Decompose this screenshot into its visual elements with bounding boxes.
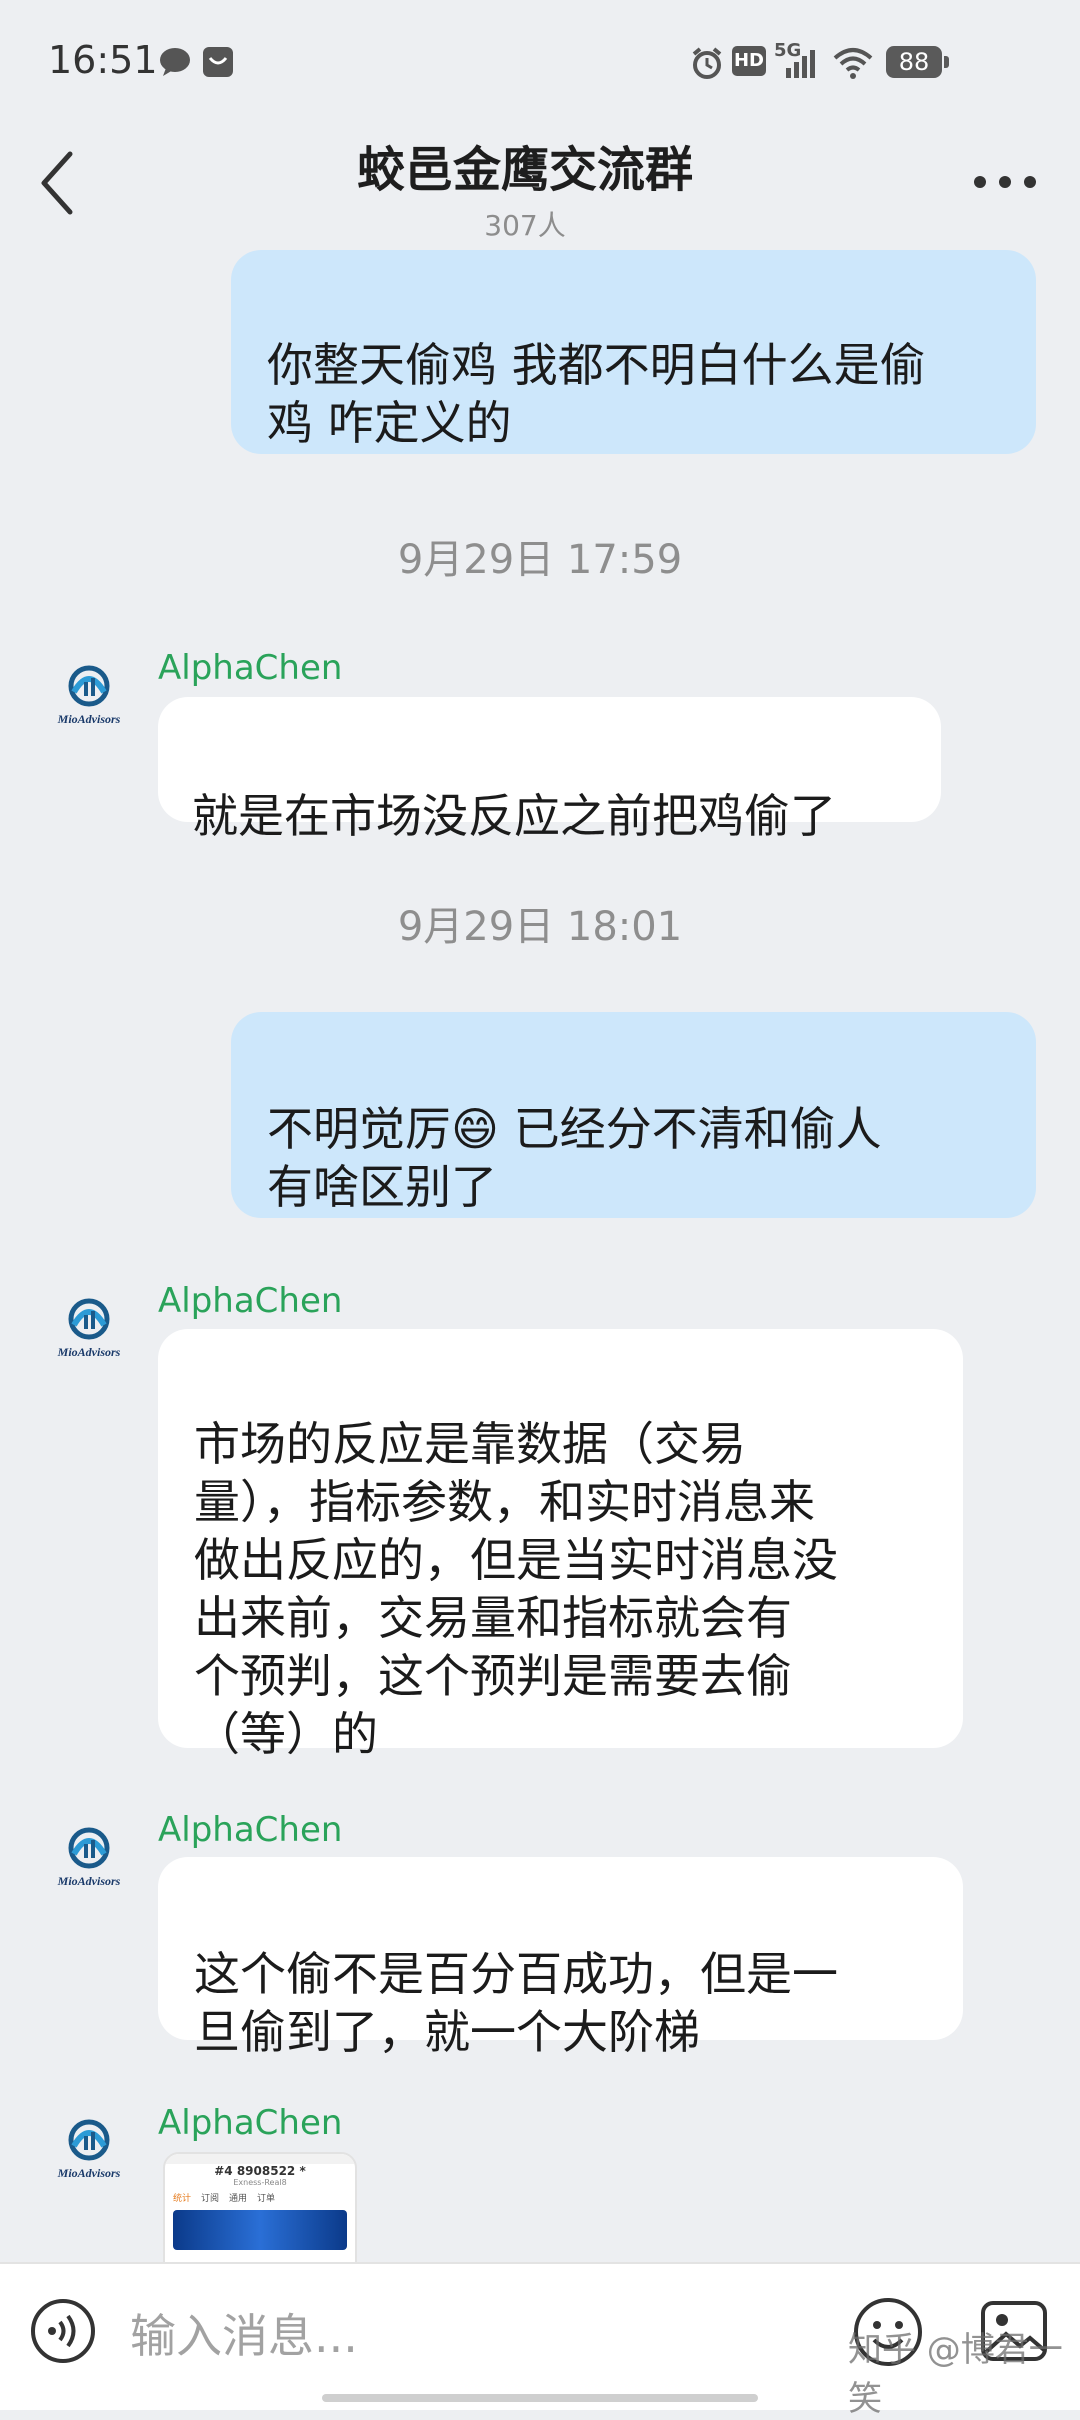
home-indicator[interactable] xyxy=(322,2394,758,2402)
message-text: 就是在市场没反应之前把鸡偷了 xyxy=(192,789,836,843)
image-message-thumbnail[interactable]: #4 8908522 * Exness-Real8 统计 订阅 通用 订单 xyxy=(163,2152,357,2266)
sender-name[interactable]: AlphaChen xyxy=(158,2103,342,2143)
svg-text:MioAdvisors: MioAdvisors xyxy=(57,1874,121,1888)
avatar[interactable]: MioAdvisors xyxy=(46,1818,132,1904)
alarm-icon xyxy=(692,47,722,79)
incoming-message[interactable]: 就是在市场没反应之前把鸡偷了 xyxy=(158,697,941,843)
image-banner xyxy=(173,2210,347,2250)
member-count: 307人 xyxy=(484,209,566,242)
sender-name[interactable]: AlphaChen xyxy=(158,1810,342,1850)
wifi-icon xyxy=(833,48,873,79)
status-bar: 16:51 HD 5G 88 xyxy=(0,0,1080,125)
app-notification-icon xyxy=(203,47,233,77)
avatar[interactable]: MioAdvisors xyxy=(46,656,132,742)
outgoing-message[interactable]: 不明觉厉😄 已经分不清和偷人 有啥区别了 xyxy=(231,1012,1036,1218)
battery-icon: 88 xyxy=(886,46,949,78)
incoming-message[interactable]: 这个偷不是百分百成功，但是一 旦偷到了，就一个大阶梯 xyxy=(158,1857,963,2059)
chat-notification-icon xyxy=(160,48,190,76)
watermark: 知乎 @博君一笑 xyxy=(848,2330,1063,2419)
svg-text:MioAdvisors: MioAdvisors xyxy=(57,712,121,726)
outgoing-message[interactable]: 你整天偷鸡 我都不明白什么是偷 鸡 咋定义的 xyxy=(231,250,1036,454)
timestamp: 9月29日 18:01 xyxy=(397,904,683,950)
voice-input-icon[interactable] xyxy=(30,2298,96,2364)
grinning-emoji-icon: 😄 xyxy=(451,1102,499,1156)
message-input[interactable]: 输入消息... xyxy=(130,2300,358,2366)
message-text: 这个偷不是百分百成功，但是一 旦偷到了，就一个大阶梯 xyxy=(194,1947,838,2059)
avatar[interactable]: MioAdvisors xyxy=(46,1289,132,1375)
sender-name[interactable]: AlphaChen xyxy=(158,648,342,688)
message-text: 你整天偷鸡 我都不明白什么是偷 鸡 咋定义的 xyxy=(267,338,926,450)
group-title: 蛟邑金鹰交流群 xyxy=(356,142,693,198)
avatar[interactable]: MioAdvisors xyxy=(46,2110,132,2196)
svg-text:MioAdvisors: MioAdvisors xyxy=(57,1345,121,1359)
svg-text:MioAdvisors: MioAdvisors xyxy=(57,2166,121,2180)
message-text: 市场的反应是靠数据（交易 量），指标参数，和实时消息来 做出反应的，但是当实时消… xyxy=(194,1417,838,1761)
status-time: 16:51 xyxy=(48,38,158,82)
message-text: 不明觉厉 xyxy=(267,1102,451,1156)
image-tabs: 统计 订阅 通用 订单 xyxy=(173,2194,276,2204)
incoming-message[interactable]: 市场的反应是靠数据（交易 量），指标参数，和实时消息来 做出反应的，但是当实时消… xyxy=(158,1329,963,1761)
sender-name[interactable]: AlphaChen xyxy=(158,1281,342,1321)
image-account-sub: Exness-Real8 xyxy=(233,2178,287,2187)
signal-icon: 5G xyxy=(774,40,826,82)
hd-icon: HD xyxy=(732,46,766,76)
more-options-icon[interactable] xyxy=(970,172,1040,192)
image-account-title: #4 8908522 * xyxy=(214,2164,306,2178)
timestamp: 9月29日 17:59 xyxy=(397,537,683,583)
